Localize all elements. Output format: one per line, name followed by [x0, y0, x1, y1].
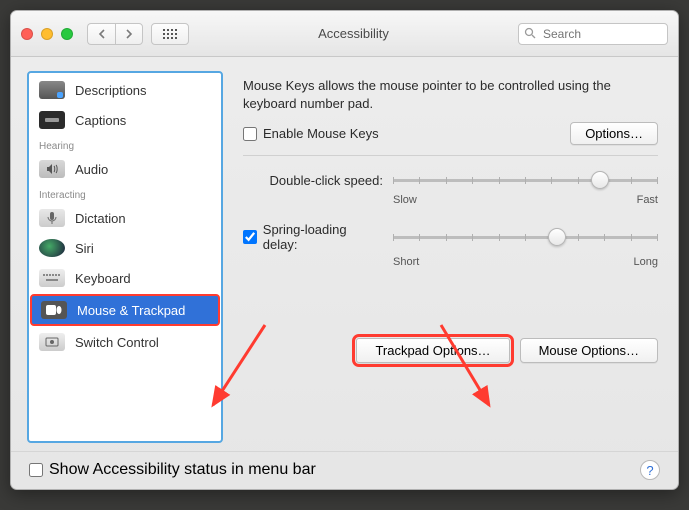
show-status-checkbox[interactable]: Show Accessibility status in menu bar [29, 461, 316, 479]
show-status-input[interactable] [29, 463, 43, 477]
chevron-left-icon [98, 29, 106, 39]
sidebar-item-label: Dictation [75, 211, 126, 226]
main-panel: Mouse Keys allows the mouse pointer to b… [237, 71, 662, 443]
sidebar-category-hearing: Hearing [29, 135, 221, 154]
titlebar: Accessibility [11, 11, 678, 57]
mouse-options-button[interactable]: Mouse Options… [520, 338, 658, 363]
content-area: Descriptions Captions Hearing Audio Inte… [11, 57, 678, 451]
sidebar-item-label: Switch Control [75, 335, 159, 350]
dictation-icon [39, 209, 65, 227]
divider [243, 155, 658, 156]
slider-knob[interactable] [591, 171, 609, 189]
window-controls [21, 28, 73, 40]
captions-icon [39, 111, 65, 129]
enable-mouse-keys-label: Enable Mouse Keys [263, 126, 379, 141]
sidebar-item-label: Keyboard [75, 271, 131, 286]
sidebar-item-label: Descriptions [75, 83, 147, 98]
minimize-window-button[interactable] [41, 28, 53, 40]
grid-icon [163, 29, 177, 39]
spring-loading-checkbox[interactable]: Spring-loading delay: [243, 222, 383, 252]
slider-knob[interactable] [548, 228, 566, 246]
zoom-window-button[interactable] [61, 28, 73, 40]
mouse-keys-description: Mouse Keys allows the mouse pointer to b… [243, 77, 658, 112]
double-click-max-label: Fast [637, 194, 658, 206]
spring-loading-slider[interactable] [393, 227, 658, 247]
enable-mouse-keys-checkbox[interactable]: Enable Mouse Keys [243, 126, 379, 141]
accessibility-window: Accessibility Descriptions Captions Hear… [10, 10, 679, 490]
window-title: Accessibility [197, 26, 510, 41]
forward-button[interactable] [115, 23, 143, 45]
sidebar-item-audio[interactable]: Audio [29, 154, 221, 184]
spring-loading-input[interactable] [243, 230, 257, 244]
enable-mouse-keys-input[interactable] [243, 127, 257, 141]
sidebar-item-label: Audio [75, 162, 108, 177]
chevron-right-icon [125, 29, 133, 39]
sidebar-item-descriptions[interactable]: Descriptions [29, 75, 221, 105]
mouse-keys-options-button[interactable]: Options… [570, 122, 658, 145]
sidebar-item-label: Mouse & Trackpad [77, 303, 185, 318]
spring-min-label: Short [393, 256, 419, 268]
trackpad-options-button[interactable]: Trackpad Options… [356, 338, 509, 363]
sidebar-item-mouse-trackpad[interactable]: Mouse & Trackpad [31, 295, 219, 325]
show-status-label: Show Accessibility status in menu bar [49, 461, 316, 479]
back-button[interactable] [87, 23, 115, 45]
sidebar-item-switch-control[interactable]: Switch Control [29, 327, 221, 357]
sidebar-item-label: Captions [75, 113, 126, 128]
audio-icon [39, 160, 65, 178]
sidebar-item-label: Siri [75, 241, 94, 256]
show-all-button[interactable] [151, 23, 189, 45]
close-window-button[interactable] [21, 28, 33, 40]
double-click-speed-label: Double-click speed: [243, 173, 383, 188]
mouse-trackpad-icon [41, 301, 67, 319]
spring-max-label: Long [634, 256, 658, 268]
sidebar-item-captions[interactable]: Captions [29, 105, 221, 135]
double-click-speed-slider[interactable] [393, 170, 658, 190]
spring-loading-label: Spring-loading delay: [263, 222, 383, 252]
sidebar-item-keyboard[interactable]: Keyboard [29, 263, 221, 293]
search-icon [524, 27, 536, 39]
sidebar-item-dictation[interactable]: Dictation [29, 203, 221, 233]
footer: Show Accessibility status in menu bar ? [11, 451, 678, 488]
annotation-arrow-icon [437, 321, 497, 411]
descriptions-icon [39, 81, 65, 99]
siri-icon [39, 239, 65, 257]
help-button[interactable]: ? [640, 460, 660, 480]
search-input[interactable] [518, 23, 668, 45]
sidebar-category-interacting: Interacting [29, 184, 221, 203]
nav-segment [87, 23, 143, 45]
sidebar: Descriptions Captions Hearing Audio Inte… [27, 71, 223, 443]
sidebar-item-siri[interactable]: Siri [29, 233, 221, 263]
search-wrapper [518, 23, 668, 45]
keyboard-icon [39, 269, 65, 287]
switch-control-icon [39, 333, 65, 351]
double-click-min-label: Slow [393, 194, 417, 206]
